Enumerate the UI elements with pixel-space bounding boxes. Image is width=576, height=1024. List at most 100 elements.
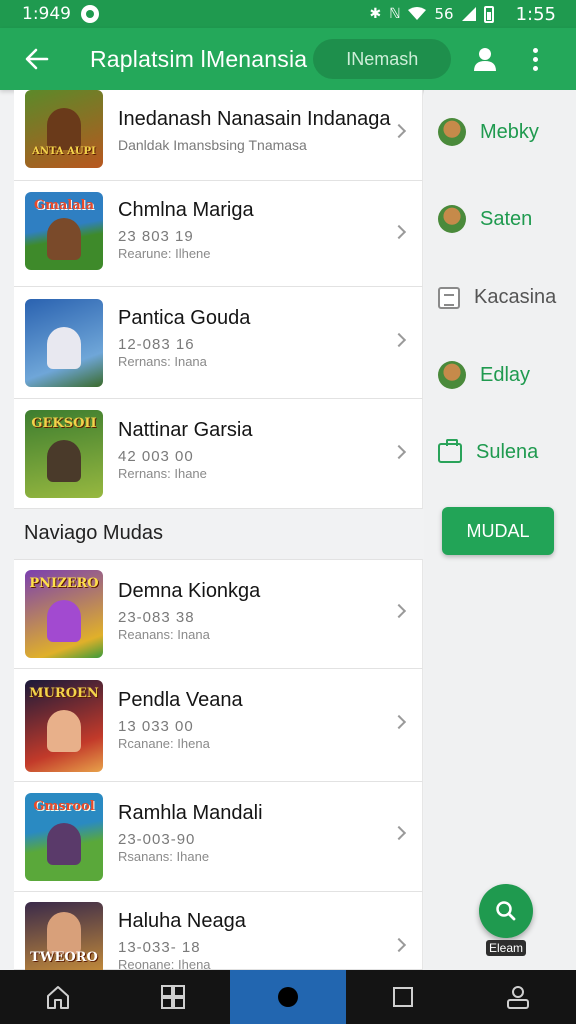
page-title: Raplatsim lMenansia <box>90 45 308 72</box>
game-sub: Rearune: Ilhene <box>118 246 211 261</box>
signal-text: 56 <box>434 5 454 23</box>
status-time-left: 1:949 <box>22 4 71 24</box>
side-item-kacasina[interactable]: Kacasina <box>438 286 556 309</box>
search-pill[interactable]: INemash <box>313 39 452 79</box>
section-title: Naviago Mudas <box>24 522 163 544</box>
side-item-saten[interactable]: Saten <box>438 205 532 233</box>
side-item-label: Saten <box>480 207 533 230</box>
game-meta: 42 003 00 <box>118 448 194 465</box>
nav-recents-button[interactable] <box>346 970 461 1024</box>
search-fab[interactable] <box>479 884 533 938</box>
list-item[interactable]: Gmsrool Ramhla Mandali 23-003-90 Rsanans… <box>14 782 423 892</box>
notification-icon <box>81 5 99 23</box>
nav-home-button[interactable] <box>0 970 115 1024</box>
game-name: Pendla Veana <box>118 689 243 711</box>
nfc-icon: ℕ <box>389 6 401 22</box>
game-name: Pantica Gouda <box>118 307 251 329</box>
game-thumbnail: Gmsrool <box>25 793 103 881</box>
status-bar: 1:949 ✱ ℕ 56 1:55 <box>0 0 576 28</box>
thumb-title: ANTA AUPI <box>32 146 96 157</box>
list-item[interactable]: TWEORO Haluha Neaga 13-033- 18 Reonane: … <box>14 892 423 972</box>
side-item-edlay[interactable]: Edlay <box>438 361 530 389</box>
search-icon <box>496 901 516 921</box>
side-item-label: Kacasina <box>474 286 557 308</box>
back-button[interactable] <box>0 28 74 90</box>
game-sub: Rernans: Inana <box>118 354 207 369</box>
list-item[interactable]: Pantica Gouda 12-083 16 Rernans: Inana <box>14 287 423 399</box>
list-item[interactable]: MUROEN Pendla Veana 13 033 00 Rcanane: I… <box>14 669 423 782</box>
side-item-sulena[interactable]: Sulena <box>438 438 538 464</box>
game-name: Demna Kionkga <box>118 580 261 602</box>
thumb-title: MUROEN <box>29 686 99 701</box>
game-meta: 13-033- 18 <box>118 939 201 956</box>
game-meta: 23-003-90 <box>118 831 196 848</box>
chevron-right-icon <box>391 825 407 841</box>
side-item-label: Mebky <box>480 120 539 143</box>
square-icon <box>393 987 414 1007</box>
chevron-right-icon <box>391 603 407 619</box>
fab-tooltip: Eleam <box>486 940 527 956</box>
game-meta: 23-083 38 <box>118 609 195 626</box>
thumb-title: TWEORO <box>30 950 98 965</box>
game-meta: 12-083 16 <box>118 336 195 353</box>
chevron-right-icon <box>391 332 407 348</box>
modal-button[interactable]: MUDAL <box>442 507 554 555</box>
game-thumbnail: TWEORO <box>25 902 103 972</box>
game-name: Inedanash Nanasain Indanaga <box>118 108 391 130</box>
home-icon <box>46 986 69 1009</box>
game-name: Nattinar Garsia <box>118 419 253 441</box>
game-thumbnail: Gmalala <box>25 192 103 270</box>
game-name: Ramhla Mandali <box>118 802 263 824</box>
status-time-right: 1:55 <box>515 3 556 25</box>
thumb-title: GEKSOII <box>31 416 97 431</box>
game-thumbnail: MUROEN <box>25 680 103 772</box>
game-thumbnail: ANTA AUPI <box>25 90 103 168</box>
cell-signal-icon <box>461 7 476 21</box>
person-icon <box>474 48 497 71</box>
briefcase-icon <box>438 438 462 463</box>
game-thumbnail: PNIZERO <box>25 570 103 658</box>
game-sub: Reanans: Inana <box>118 627 210 642</box>
list-item[interactable]: PNIZERO Demna Kionkga 23-083 38 Reanans:… <box>14 559 423 669</box>
game-thumbnail <box>25 299 103 387</box>
game-name: Haluha Neaga <box>118 910 246 932</box>
thumb-title: Gmalala <box>33 198 94 213</box>
list-item[interactable]: ANTA AUPI Inedanash Nanasain Indanaga Da… <box>14 90 423 181</box>
chevron-right-icon <box>391 224 407 240</box>
side-item-mebky[interactable]: Mebky <box>438 118 539 146</box>
chevron-right-icon <box>391 444 407 460</box>
arrow-left-icon <box>25 48 49 70</box>
chevron-right-icon <box>391 123 407 139</box>
overflow-menu-button[interactable] <box>525 47 545 71</box>
game-thumbnail: GEKSOII <box>25 410 103 498</box>
game-meta: 23 803 19 <box>118 228 194 245</box>
profile-icon <box>507 986 530 1009</box>
list-item[interactable]: GEKSOII Nattinar Garsia 42 003 00 Rernan… <box>14 399 423 509</box>
game-name: Chmlna Mariga <box>118 199 254 221</box>
grid-icon <box>160 985 185 1009</box>
game-sub: Rsanans: Ihane <box>118 849 210 864</box>
game-sub: Rcanane: Ihena <box>118 736 210 751</box>
list-item[interactable]: Gmalala Chmlna Mariga 23 803 19 Rearune:… <box>14 181 423 287</box>
nav-grid-button[interactable] <box>115 970 230 1024</box>
game-icon <box>438 361 466 389</box>
bottom-nav-bar <box>0 970 576 1024</box>
battery-icon <box>483 5 494 23</box>
game-icon <box>438 118 466 146</box>
app-bar: Raplatsim lMenansia INemash <box>0 28 576 90</box>
nav-center-button[interactable] <box>230 970 346 1024</box>
account-button[interactable] <box>467 41 503 77</box>
wifi-icon <box>408 7 427 20</box>
thumb-title: Gmsrool <box>33 799 95 814</box>
chevron-right-icon <box>391 937 407 953</box>
dot-icon <box>278 987 298 1007</box>
side-item-label: Edlay <box>480 363 531 386</box>
bluetooth-icon: ✱ <box>369 6 382 22</box>
game-subtitle: Danldak Imansbsing Tnamasa <box>118 137 307 153</box>
chevron-right-icon <box>391 714 407 730</box>
game-sub: Rernans: Ihane <box>118 466 207 481</box>
game-icon <box>438 205 466 233</box>
thumb-title: PNIZERO <box>29 576 99 591</box>
nav-profile-button[interactable] <box>461 970 576 1024</box>
game-meta: 13 033 00 <box>118 718 194 735</box>
